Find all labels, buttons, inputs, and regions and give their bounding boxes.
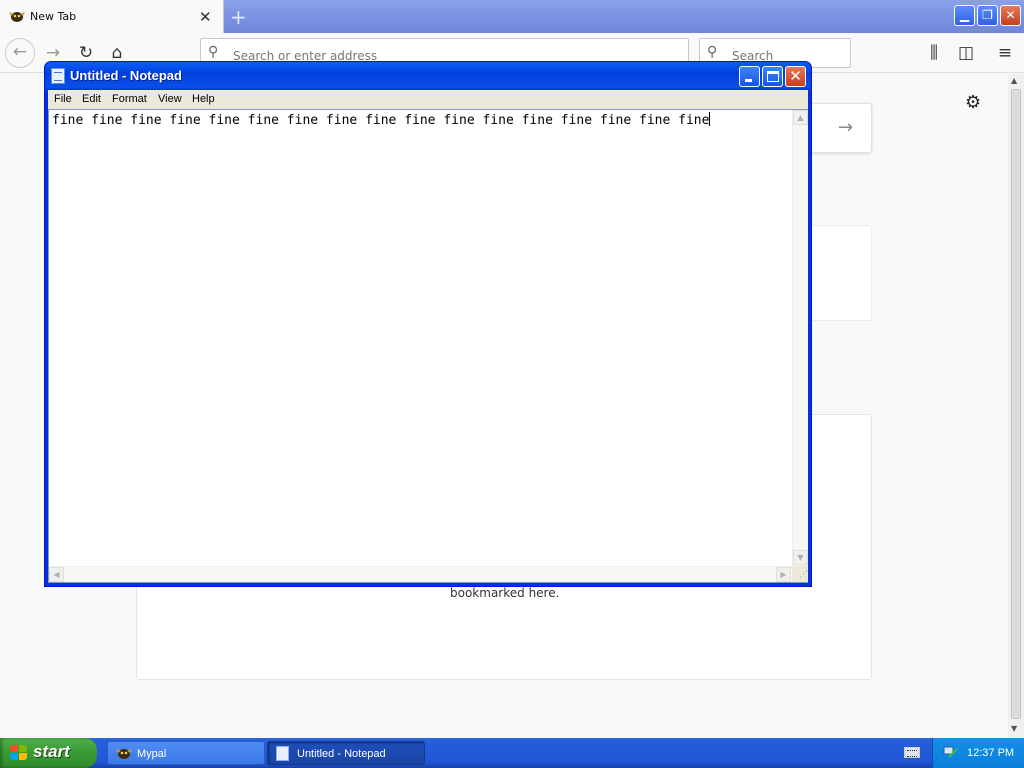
menu-bar: File Edit Format View Help [48,90,808,109]
maximize-button[interactable] [762,66,783,87]
editor-text: fine fine fine fine fine fine fine fine … [52,113,710,128]
hamburger-menu-icon[interactable]: ≡ [992,41,1018,67]
scroll-down-icon[interactable]: ▼ [793,550,808,565]
mypal-icon [9,12,25,22]
start-label: start [33,742,70,761]
tab-new-tab[interactable]: New Tab ✕ [0,0,224,33]
scrollbar-thumb[interactable] [1011,89,1021,719]
taskbar-item-label: Mypal [137,748,167,760]
scroll-left-icon[interactable]: ◀ [49,567,64,582]
gear-icon[interactable]: ⚙ [965,92,981,113]
keyboard-icon[interactable] [904,747,920,758]
notepad-titlebar[interactable]: Untitled - Notepad ✕ [45,62,811,90]
scroll-down-icon[interactable]: ▼ [1011,724,1017,733]
minimize-button[interactable] [739,66,760,87]
clock: 12:37 PM [967,747,1015,759]
editor-content[interactable]: fine fine fine fine fine fine fine fine … [52,112,711,128]
resize-grip-icon[interactable]: ⋰ [792,566,808,582]
text-editor[interactable]: fine fine fine fine fine fine fine fine … [48,109,808,583]
back-icon[interactable]: ← [5,38,35,68]
tab-strip: New Tab ✕ + ▁ ❐ ✕ [0,0,1024,33]
browser-close-button[interactable]: ✕ [1000,5,1021,26]
vertical-scrollbar[interactable]: ▲ ▼ [792,110,808,566]
taskbar-item-mypal[interactable]: Mypal [107,741,265,765]
tab-close-button[interactable]: ✕ [199,8,212,26]
search-icon: ⚲ [208,44,219,60]
taskbar: start Mypal Untitled - Notepad 12:37 PM [0,738,1024,768]
menu-format[interactable]: Format [112,93,147,105]
notepad-window: Untitled - Notepad ✕ File Edit Format Vi… [44,61,812,587]
close-button[interactable]: ✕ [785,66,806,87]
scroll-up-icon[interactable]: ▲ [1011,76,1017,85]
sidebar-icon[interactable]: ◫ [953,41,979,67]
taskbar-item-notepad[interactable]: Untitled - Notepad [267,741,425,765]
windows-flag-icon [10,745,28,761]
taskbar-item-label: Untitled - Notepad [297,748,386,760]
library-icon[interactable]: ⫼ [921,41,947,67]
scroll-up-icon[interactable]: ▲ [793,110,808,125]
search-icon: ⚲ [707,44,718,60]
notepad-icon [276,746,289,761]
arrow-right-icon[interactable]: → [838,117,853,138]
horizontal-scrollbar[interactable]: ◀ ▶ [49,566,792,582]
start-button[interactable]: start [0,738,97,768]
mypal-icon [116,749,132,759]
menu-view[interactable]: View [158,93,182,105]
browser-restore-button[interactable]: ❐ [977,5,998,26]
notepad-icon [51,68,65,84]
system-tray: 12:37 PM [932,738,1024,768]
browser-minimize-button[interactable]: ▁ [954,5,975,26]
network-icon[interactable] [943,745,959,759]
menu-edit[interactable]: Edit [82,93,101,105]
menu-help[interactable]: Help [192,93,215,105]
notepad-title: Untitled - Notepad [70,68,182,83]
text-caret [709,112,711,126]
scroll-right-icon[interactable]: ▶ [776,567,791,582]
bookmarks-hint-text: bookmarked here. [450,586,560,600]
new-tab-button[interactable]: + [230,5,247,29]
tab-title: New Tab [30,10,77,23]
page-scrollbar[interactable]: ▲ ▼ [1008,74,1024,738]
menu-file[interactable]: File [54,93,72,105]
